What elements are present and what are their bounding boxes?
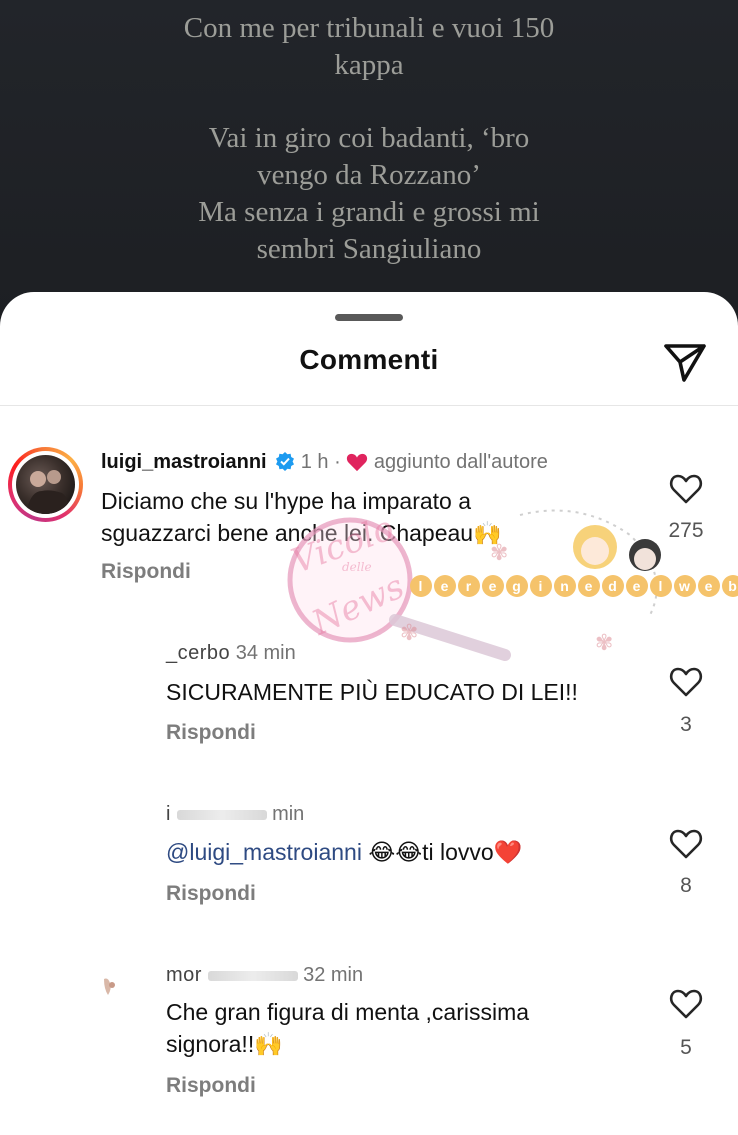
like-count: 5 xyxy=(680,1036,692,1059)
heart-icon xyxy=(669,829,703,859)
comment-text: SICURAMENTE PIÙ EDUCATO DI LEI!! xyxy=(166,679,578,705)
comment-username[interactable]: luigi_mastroianni xyxy=(101,451,267,473)
heart-icon xyxy=(669,474,703,504)
comment-meta: mor 32 min xyxy=(166,964,363,987)
like-button[interactable] xyxy=(669,828,703,860)
comment-meta: i min xyxy=(166,803,304,826)
like-button[interactable] xyxy=(669,666,703,698)
user-mention-link[interactable]: @luigi_mastroianni xyxy=(166,839,362,865)
heart-filled-icon xyxy=(347,453,368,472)
comment-time: min xyxy=(272,803,305,825)
raised-hands-emoji: 🙌 xyxy=(254,1031,283,1057)
like-count: 3 xyxy=(680,713,692,736)
lyric-line: kappa xyxy=(334,49,404,81)
heart-icon xyxy=(669,667,703,697)
lyric-line: Ma senza i grandi e grossi mi xyxy=(198,196,540,228)
lyric-line: Vai in giro coi badanti, ‘bro xyxy=(208,122,530,154)
avatar[interactable] xyxy=(8,447,83,522)
heart-icon xyxy=(669,989,703,1019)
lyrics-stanza-1: Con me per tribunali e vuoi 150 kappa xyxy=(0,10,738,84)
sheet-title: Commenti xyxy=(299,344,439,375)
lyric-line: Con me per tribunali e vuoi 150 xyxy=(183,12,555,44)
author-liked-badge: aggiunto dall'autore xyxy=(373,451,548,473)
redaction-blur xyxy=(176,809,267,820)
like-count: 8 xyxy=(680,874,692,897)
drag-handle[interactable] xyxy=(335,314,403,321)
reply-button[interactable]: Rispondi xyxy=(166,882,256,906)
raised-hands-emoji: 🙌 xyxy=(473,520,502,546)
avatar-image xyxy=(104,978,115,995)
lyric-line: sembri Sangiuliano xyxy=(256,233,482,265)
like-button[interactable] xyxy=(669,473,703,505)
comment-meta: luigi_mastroianni 1 h · aggiunto dall'au… xyxy=(101,451,548,474)
header-divider xyxy=(0,405,738,406)
comment-time: 34 min xyxy=(235,642,296,664)
reply-button[interactable]: Rispondi xyxy=(166,721,256,745)
comment-username-redacted[interactable]: _cerbo xyxy=(166,642,230,664)
share-button[interactable] xyxy=(662,342,708,384)
laughing-emoji: 😂😂 xyxy=(368,839,423,865)
redaction-blur xyxy=(207,970,298,981)
reply-button[interactable]: Rispondi xyxy=(101,560,191,584)
like-button[interactable] xyxy=(669,988,703,1020)
avatar[interactable] xyxy=(98,975,122,999)
comment-username-redacted[interactable]: mor xyxy=(166,964,202,986)
comment-text: Diciamo che su l'hype ha imparato a sgua… xyxy=(101,488,502,546)
reply-button[interactable]: Rispondi xyxy=(166,1074,256,1098)
red-heart-emoji: ❤️ xyxy=(493,839,523,865)
avatar-image xyxy=(16,455,75,514)
lyrics-stanza-2: Vai in giro coi badanti, ‘bro vengo da R… xyxy=(0,120,738,268)
lyric-line: vengo da Rozzano’ xyxy=(257,159,481,191)
comment-text: @luigi_mastroianni 😂😂ti lovvo❤️ xyxy=(166,839,523,865)
meta-separator: · xyxy=(334,451,341,473)
like-count: 275 xyxy=(668,519,704,542)
comments-sheet: Commenti luigi_mastroianni 1 h · aggiunt… xyxy=(0,292,738,1135)
comment-meta: _cerbo 34 min xyxy=(166,642,296,665)
verified-badge-icon xyxy=(276,452,295,471)
send-icon xyxy=(664,344,706,382)
comment-username-redacted[interactable]: i xyxy=(166,803,171,825)
story-background: Con me per tribunali e vuoi 150 kappa Va… xyxy=(0,0,738,320)
comment-time: 1 h xyxy=(300,451,329,473)
comment-text: Che gran figura di menta ,carissima sign… xyxy=(166,999,530,1057)
comment-time: 32 min xyxy=(303,964,364,986)
